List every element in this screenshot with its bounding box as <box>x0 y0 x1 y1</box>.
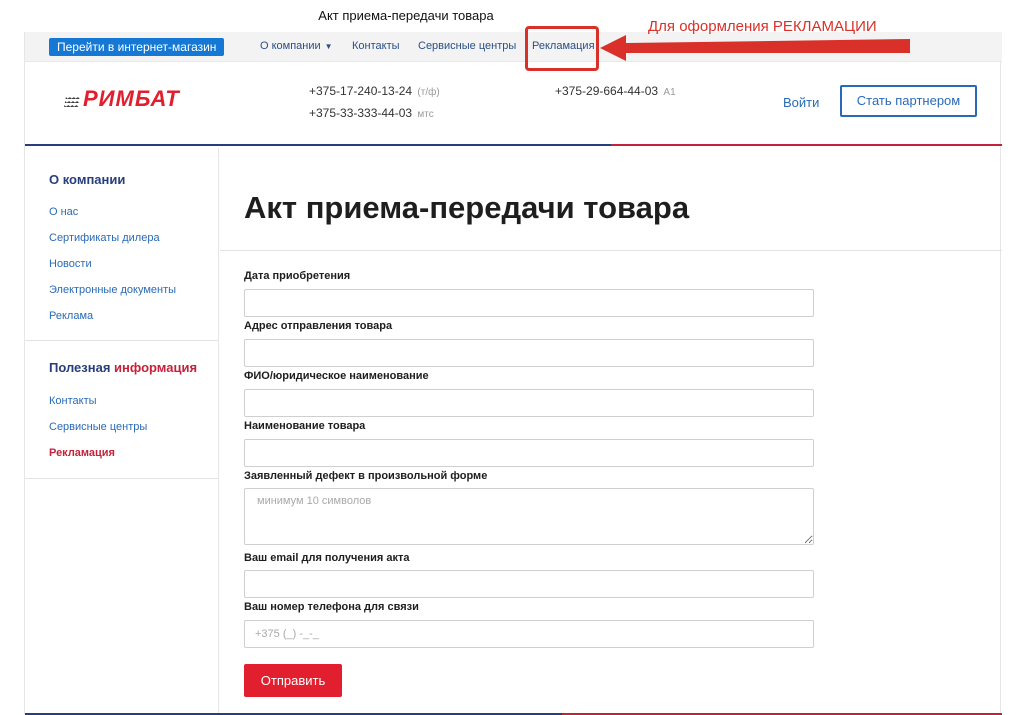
defect-description-label: Заявленный дефект в произвольной форме <box>244 470 488 482</box>
sidebar-group-useful-title-a: Полезная <box>49 360 115 375</box>
purchase-date-field[interactable] <box>244 289 814 317</box>
site-header: РИМБАТ +375-17-240-13-24 (т/ф) +375-33-3… <box>25 62 1002 146</box>
sidebar-group-useful-title: Полезная информация <box>49 360 197 375</box>
sidebar-divider <box>25 478 219 479</box>
nav-item-service-centers[interactable]: Сервисные центры <box>418 40 516 52</box>
phone-3[interactable]: +375-29-664-44-03 А1 <box>555 84 676 98</box>
product-name-label: Наименование товара <box>244 420 366 432</box>
phone-3-number: +375-29-664-44-03 <box>555 84 659 98</box>
sidebar-item-about-us[interactable]: О нас <box>49 206 78 218</box>
chevron-down-icon: ▼ <box>324 42 333 51</box>
phone-1-tag: (т/ф) <box>417 87 440 98</box>
page-title: Акт приема-передачи товара <box>244 190 690 225</box>
submit-button[interactable]: Отправить <box>244 664 342 697</box>
phone-2-number: +375-33-333-44-03 <box>309 106 413 120</box>
phone-1-number: +375-17-240-13-24 <box>309 84 413 98</box>
sidebar-item-certificates[interactable]: Сертификаты дилера <box>49 232 160 244</box>
email-field[interactable] <box>244 570 814 598</box>
shop-button[interactable]: Перейти в интернет-магазин <box>49 38 225 56</box>
sidebar-item-contacts[interactable]: Контакты <box>49 395 97 407</box>
title-divider <box>220 250 1002 251</box>
logo-mark-icon <box>63 95 81 109</box>
sidebar-group-about-title: О компании <box>49 172 126 187</box>
full-name-label: ФИО/юридическое наименование <box>244 370 429 382</box>
sidebar-group-useful-title-b: информация <box>114 360 198 375</box>
become-partner-button[interactable]: Стать партнером <box>840 85 977 117</box>
defect-description-field[interactable] <box>244 488 814 545</box>
phone-field[interactable] <box>244 620 814 648</box>
annotation-arrow-icon <box>600 35 910 61</box>
phone-2-tag: мтс <box>417 109 434 120</box>
annotation-highlight-box <box>525 26 599 71</box>
annotation-text: Для оформления РЕКЛАМАЦИИ <box>648 18 877 35</box>
sidebar: О компании О нас Сертификаты дилера Ново… <box>25 148 219 715</box>
main-content: Акт приема-передачи товара Дата приобрет… <box>220 148 1002 715</box>
page: Перейти в интернет-магазин О компании ▼ К… <box>24 32 1002 715</box>
sidebar-item-news[interactable]: Новости <box>49 258 92 270</box>
product-name-field[interactable] <box>244 439 814 467</box>
email-label: Ваш email для получения акта <box>244 552 410 564</box>
shipping-address-field[interactable] <box>244 339 814 367</box>
phone-2[interactable]: +375-33-333-44-03 мтс <box>309 106 434 120</box>
sidebar-item-advertising[interactable]: Реклама <box>49 310 93 322</box>
sidebar-item-service-centers[interactable]: Сервисные центры <box>49 421 147 433</box>
logo-text: РИМБАТ <box>83 86 180 111</box>
full-name-field[interactable] <box>244 389 814 417</box>
sidebar-item-e-documents[interactable]: Электронные документы <box>49 284 176 296</box>
phone-1[interactable]: +375-17-240-13-24 (т/ф) <box>309 84 440 98</box>
login-link[interactable]: Войти <box>783 95 819 110</box>
nav-item-about[interactable]: О компании ▼ <box>260 40 333 52</box>
purchase-date-label: Дата приобретения <box>244 270 351 282</box>
nav-item-contacts[interactable]: Контакты <box>352 40 400 52</box>
logo[interactable]: РИМБАТ <box>63 86 180 111</box>
phone-label: Ваш номер телефона для связи <box>244 601 419 613</box>
nav-item-about-label: О компании <box>260 40 321 52</box>
sidebar-divider <box>25 340 219 341</box>
phone-3-tag: А1 <box>663 87 676 98</box>
sidebar-item-reclamation[interactable]: Рекламация <box>49 447 115 459</box>
shipping-address-label: Адрес отправления товара <box>244 320 393 332</box>
